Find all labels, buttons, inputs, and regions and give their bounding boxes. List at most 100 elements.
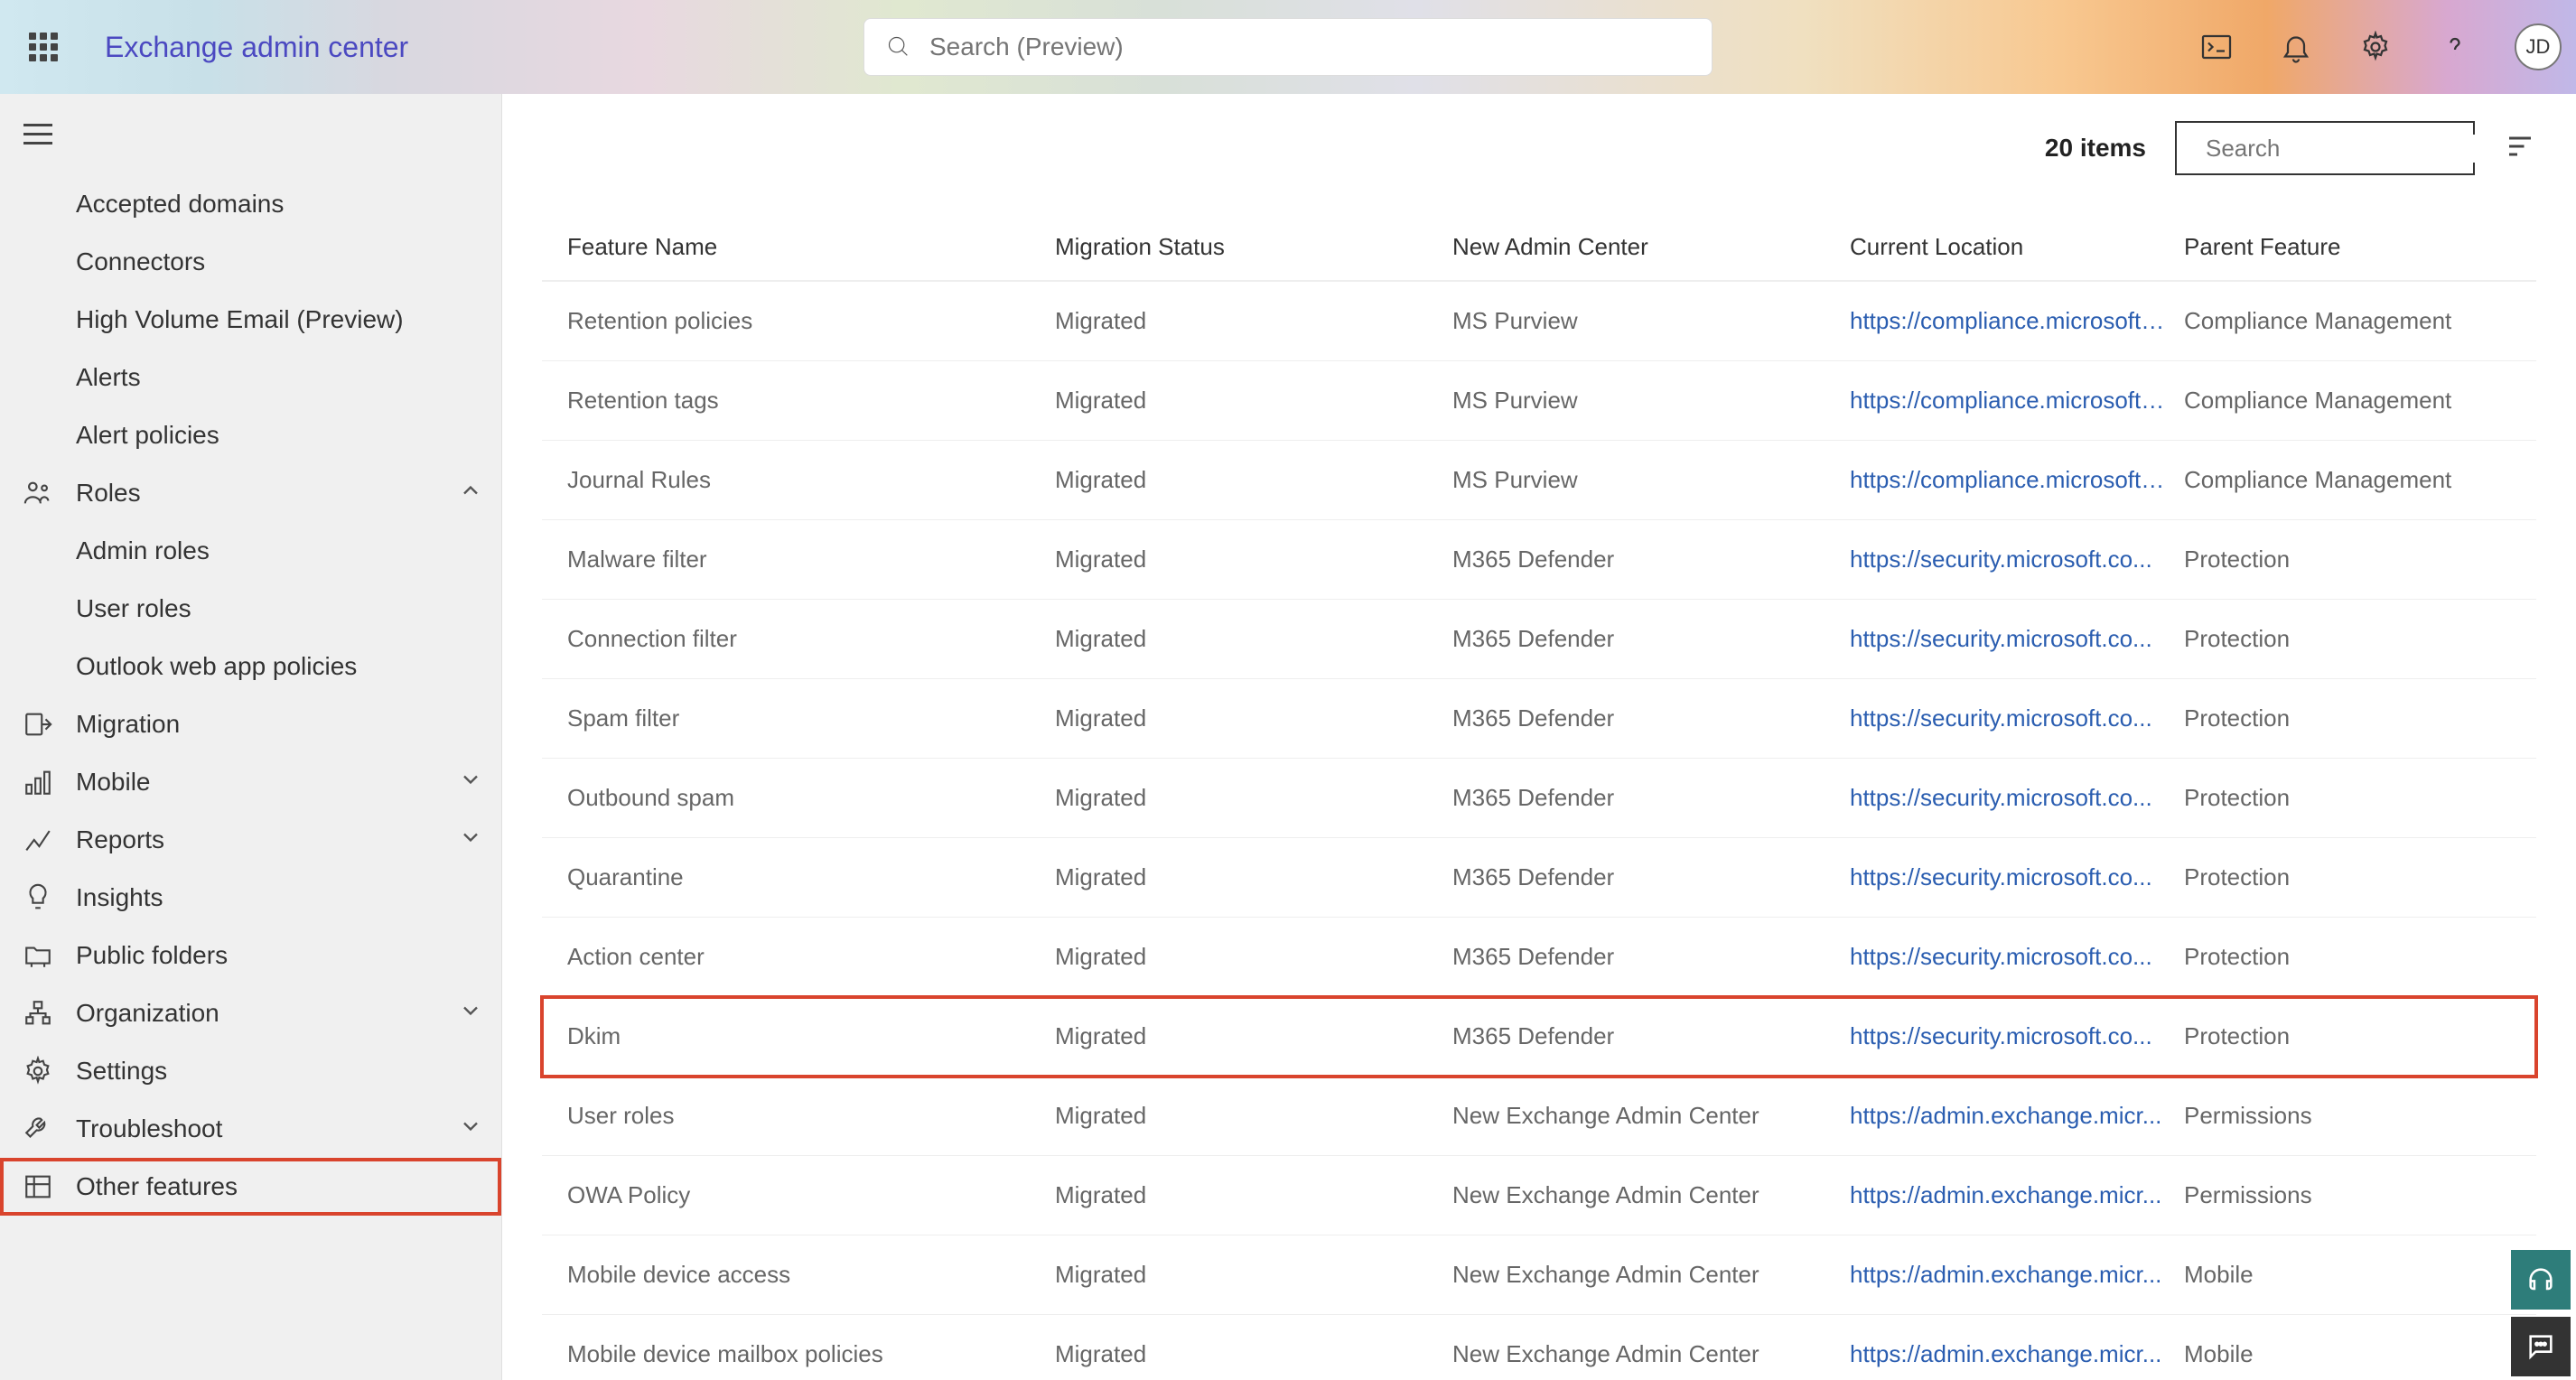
table-row[interactable]: Mobile device accessMigratedNew Exchange… <box>542 1235 2536 1315</box>
sidebar-item-alerts[interactable]: Alerts <box>0 349 501 406</box>
brand-title[interactable]: Exchange admin center <box>105 31 408 64</box>
location-link[interactable]: https://compliance.microsoft.... <box>1850 307 2184 335</box>
location-link[interactable]: https://compliance.microsoft.... <box>1850 387 2184 415</box>
nav-list: Accepted domains Connectors High Volume Em… <box>0 175 501 1216</box>
table-row[interactable]: Retention policiesMigratedMS Purviewhttp… <box>542 282 2536 361</box>
cell-name: Dkim <box>567 1022 1055 1050</box>
table-row[interactable]: Action centerMigratedM365 Defenderhttps:… <box>542 918 2536 997</box>
troubleshoot-icon <box>20 1111 56 1147</box>
cell-center: M365 Defender <box>1452 863 1850 891</box>
table-row[interactable]: OWA PolicyMigratedNew Exchange Admin Cen… <box>542 1156 2536 1235</box>
sidebar-item-insights[interactable]: Insights <box>0 869 501 927</box>
sidebar-item-user-roles[interactable]: User roles <box>0 580 501 638</box>
filter-search[interactable] <box>2175 121 2475 175</box>
table-row[interactable]: DkimMigratedM365 Defenderhttps://securit… <box>542 997 2536 1077</box>
chevron-down-icon <box>458 1114 483 1145</box>
app-launcher-button[interactable] <box>14 18 72 76</box>
cell-parent: Compliance Management <box>2184 307 2511 335</box>
sidebar-item-connectors[interactable]: Connectors <box>0 233 501 291</box>
sidebar-item-organization[interactable]: Organization <box>0 984 501 1042</box>
table-row[interactable]: Connection filterMigratedM365 Defenderht… <box>542 600 2536 679</box>
sidebar-item-label: Alert policies <box>76 421 219 450</box>
cell-status: Migrated <box>1055 784 1452 812</box>
location-link[interactable]: https://security.microsoft.co... <box>1850 625 2184 653</box>
global-search-input[interactable] <box>929 33 1690 61</box>
cell-name: Retention policies <box>567 307 1055 335</box>
filter-search-input[interactable] <box>2206 135 2508 163</box>
column-header[interactable]: Current Location <box>1850 233 2184 261</box>
cell-center: M365 Defender <box>1452 704 1850 732</box>
location-link[interactable]: https://admin.exchange.micr... <box>1850 1102 2184 1130</box>
location-link[interactable]: https://admin.exchange.micr... <box>1850 1181 2184 1209</box>
cell-center: M365 Defender <box>1452 545 1850 573</box>
column-header[interactable]: Parent Feature <box>2184 233 2511 261</box>
sidebar-item-label: Connectors <box>76 247 205 276</box>
folders-icon <box>20 937 56 974</box>
table-row[interactable]: Spam filterMigratedM365 Defenderhttps://… <box>542 679 2536 759</box>
content-area: 20 items Feature NameMigration StatusNew… <box>502 94 2576 1380</box>
location-link[interactable]: https://admin.exchange.micr... <box>1850 1261 2184 1289</box>
location-link[interactable]: https://admin.exchange.micr... <box>1850 1340 2184 1368</box>
column-header[interactable]: Feature Name <box>567 233 1055 261</box>
table-icon <box>20 1169 56 1205</box>
location-link[interactable]: https://security.microsoft.co... <box>1850 1022 2184 1050</box>
sidebar-item-label: Other features <box>76 1172 238 1201</box>
location-link[interactable]: https://compliance.microsoft.... <box>1850 466 2184 494</box>
sidebar-item-alert-policies[interactable]: Alert policies <box>0 406 501 464</box>
cell-name: Journal Rules <box>567 466 1055 494</box>
sidebar-item-other-features[interactable]: Other features <box>0 1158 501 1216</box>
question-icon <box>2439 31 2471 63</box>
cell-status: Migrated <box>1055 1022 1452 1050</box>
support-button[interactable] <box>2511 1250 2571 1310</box>
terminal-icon <box>2200 31 2233 63</box>
location-link[interactable]: https://security.microsoft.co... <box>1850 863 2184 891</box>
sidebar-item-settings[interactable]: Settings <box>0 1042 501 1100</box>
feedback-button[interactable] <box>2511 1317 2571 1376</box>
help-button[interactable] <box>2435 27 2475 67</box>
cell-center: M365 Defender <box>1452 625 1850 653</box>
column-header[interactable]: Migration Status <box>1055 233 1452 261</box>
table-row[interactable]: Journal RulesMigratedMS Purviewhttps://c… <box>542 441 2536 520</box>
sidebar-item-outlook-web-app-policies[interactable]: Outlook web app policies <box>0 638 501 695</box>
table-row[interactable]: Retention tagsMigratedMS Purviewhttps://… <box>542 361 2536 441</box>
settings-button[interactable] <box>2356 27 2395 67</box>
table-row[interactable]: Outbound spamMigratedM365 Defenderhttps:… <box>542 759 2536 838</box>
sidebar-item-reports[interactable]: Reports <box>0 811 501 869</box>
location-link[interactable]: https://security.microsoft.co... <box>1850 784 2184 812</box>
chevron-down-icon <box>458 998 483 1030</box>
location-link[interactable]: https://security.microsoft.co... <box>1850 545 2184 573</box>
sidebar-item-admin-roles[interactable]: Admin roles <box>0 522 501 580</box>
table-row[interactable]: Mobile device mailbox policiesMigratedNe… <box>542 1315 2536 1380</box>
reports-icon <box>20 822 56 858</box>
column-header[interactable]: New Admin Center <box>1452 233 1850 261</box>
table-row[interactable]: Malware filterMigratedM365 Defenderhttps… <box>542 520 2536 600</box>
sidebar-item-high-volume-email-preview-[interactable]: High Volume Email (Preview) <box>0 291 501 349</box>
sidebar-item-migration[interactable]: Migration <box>0 695 501 753</box>
table-row[interactable]: User rolesMigratedNew Exchange Admin Cen… <box>542 1077 2536 1156</box>
location-link[interactable]: https://security.microsoft.co... <box>1850 943 2184 971</box>
cell-center: New Exchange Admin Center <box>1452 1340 1850 1368</box>
cell-center: New Exchange Admin Center <box>1452 1181 1850 1209</box>
cell-name: User roles <box>567 1102 1055 1130</box>
location-link[interactable]: https://security.microsoft.co... <box>1850 704 2184 732</box>
account-avatar[interactable]: JD <box>2515 23 2562 70</box>
cell-status: Migrated <box>1055 1102 1452 1130</box>
nav-toggle-button[interactable] <box>14 108 65 159</box>
table-row[interactable]: QuarantineMigratedM365 Defenderhttps://s… <box>542 838 2536 918</box>
sidebar-item-public-folders[interactable]: Public folders <box>0 927 501 984</box>
sort-button[interactable] <box>2504 130 2536 167</box>
sidebar-item-label: Admin roles <box>76 536 210 565</box>
sidebar-item-roles[interactable]: Roles <box>0 464 501 522</box>
cell-status: Migrated <box>1055 1181 1452 1209</box>
cell-status: Migrated <box>1055 307 1452 335</box>
sort-icon <box>2504 130 2536 163</box>
notifications-button[interactable] <box>2276 27 2316 67</box>
global-search[interactable] <box>863 18 1713 76</box>
terminal-button[interactable] <box>2197 27 2236 67</box>
sidebar-item-troubleshoot[interactable]: Troubleshoot <box>0 1100 501 1158</box>
floating-actions <box>2511 1250 2571 1376</box>
table-body: Retention policiesMigratedMS Purviewhttp… <box>542 282 2536 1380</box>
sidebar-item-mobile[interactable]: Mobile <box>0 753 501 811</box>
sidebar-item-accepted-domains[interactable]: Accepted domains <box>0 175 501 233</box>
cell-parent: Protection <box>2184 625 2511 653</box>
